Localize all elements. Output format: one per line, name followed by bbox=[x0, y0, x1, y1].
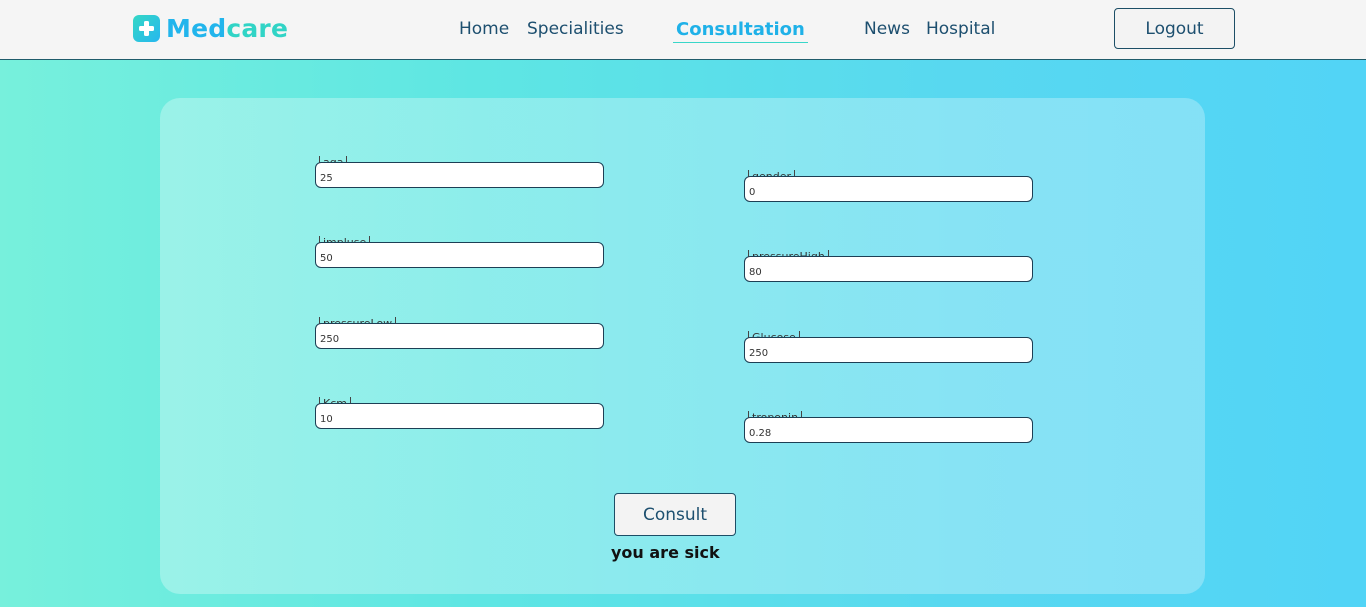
brand-name: Medcare bbox=[166, 14, 288, 43]
logo[interactable]: Medcare bbox=[133, 14, 288, 43]
nav-home[interactable]: Home bbox=[459, 18, 509, 40]
pressure-high-input[interactable] bbox=[744, 256, 1033, 282]
logout-button[interactable]: Logout bbox=[1114, 8, 1235, 49]
prediction-result: you are sick bbox=[611, 543, 720, 562]
gender-input[interactable] bbox=[744, 176, 1033, 202]
kcm-input[interactable] bbox=[315, 403, 604, 429]
nav-consultation[interactable]: Consultation bbox=[673, 19, 808, 43]
pressure-low-input[interactable] bbox=[315, 323, 604, 349]
impulse-input[interactable] bbox=[315, 242, 604, 268]
brand-care: care bbox=[226, 13, 289, 43]
nav-hospital[interactable]: Hospital bbox=[926, 18, 995, 40]
brand-med: Med bbox=[166, 13, 227, 43]
glucose-input[interactable] bbox=[744, 337, 1033, 363]
nav-specialities[interactable]: Specialities bbox=[527, 18, 624, 40]
consult-button[interactable]: Consult bbox=[614, 493, 736, 536]
nav-news[interactable]: News bbox=[864, 18, 910, 40]
navbar: Medcare Home Specialities Consultation N… bbox=[0, 0, 1366, 60]
medical-cross-icon bbox=[133, 14, 160, 42]
troponin-input[interactable] bbox=[744, 417, 1033, 443]
age-input[interactable] bbox=[315, 162, 604, 188]
